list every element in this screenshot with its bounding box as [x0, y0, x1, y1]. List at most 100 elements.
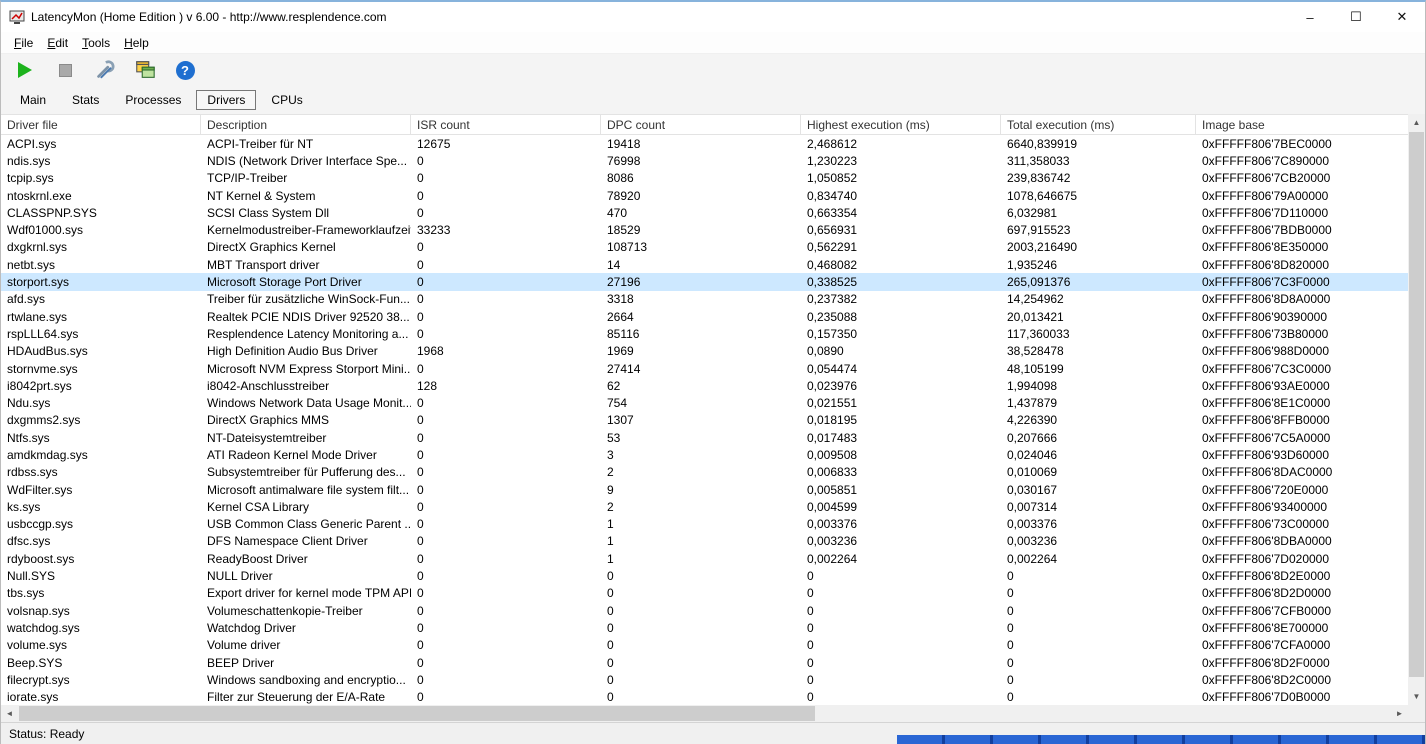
table-cell: 0	[417, 413, 424, 428]
table-row[interactable]: CLASSPNP.SYS SCSI Class System Dll 0 470 0,6…	[1, 204, 1408, 221]
tab-main[interactable]: Main	[9, 90, 57, 110]
column-header[interactable]: Description	[201, 115, 411, 134]
table-row[interactable]: rdyboost.sys ReadyBoost Driver 0 1 0,002264 0…	[1, 550, 1408, 567]
table-cell: 0xFFFFF806'7C3F0000	[1202, 275, 1330, 290]
tab-cpus[interactable]: CPUs	[260, 90, 313, 110]
table-cell: 6640,839919	[1007, 136, 1078, 151]
table-cell: 0	[807, 672, 814, 687]
table-row[interactable]: Ndu.sys Windows Network Data Usage Monit.…	[1, 394, 1408, 411]
table-cell: 0	[417, 672, 424, 687]
table-row[interactable]: HDAudBus.sys High Definition Audio Bus Dr…	[1, 343, 1408, 360]
table-row[interactable]: Null.SYS NULL Driver 0 0 0 0 0xFFFFF806'8D2E00…	[1, 567, 1408, 584]
table-cell: 0,338525	[807, 275, 858, 290]
table-row[interactable]: ACPI.sys ACPI-Treiber für NT 12675 19418 2,4…	[1, 135, 1408, 152]
vertical-scrollbar-thumb[interactable]	[1409, 132, 1424, 677]
column-header[interactable]: Total execution (ms)	[1001, 115, 1196, 134]
menu-item-file[interactable]: File	[7, 34, 40, 52]
table-cell: 38,528478	[1007, 344, 1064, 359]
stop-button[interactable]	[53, 58, 77, 82]
table-cell: 1,230223	[807, 153, 858, 168]
table-row[interactable]: rspLLL64.sys Resplendence Latency Monitor…	[1, 325, 1408, 342]
tab-drivers[interactable]: Drivers	[196, 90, 257, 110]
table-cell: iorate.sys	[7, 690, 59, 705]
table-cell: 0xFFFFF806'93AE0000	[1202, 378, 1330, 393]
table-row[interactable]: usbccgp.sys USB Common Class Generic Pare…	[1, 516, 1408, 533]
table-row[interactable]: filecrypt.sys Windows sandboxing and encr…	[1, 671, 1408, 688]
column-header[interactable]: Image base	[1196, 115, 1408, 134]
table-cell: 33233	[417, 223, 451, 238]
table-cell: 78920	[607, 188, 641, 203]
table-cell: 6,032981	[1007, 205, 1058, 220]
table-row[interactable]: dxgkrnl.sys DirectX Graphics Kernel 0 10871…	[1, 239, 1408, 256]
table-cell: 0	[417, 430, 424, 445]
table-cell: 0,017483	[807, 430, 858, 445]
table-cell: 0	[1007, 690, 1014, 705]
table-cell: 265,091376	[1007, 275, 1071, 290]
table-row[interactable]: Ntfs.sys NT-Dateisystemtreiber 0 53 0,017483…	[1, 429, 1408, 446]
table-row[interactable]: rdbss.sys Subsystemtreiber für Pufferung …	[1, 464, 1408, 481]
table-cell: 0	[417, 188, 424, 203]
table-cell: Microsoft Storage Port Driver	[207, 275, 362, 290]
table-row[interactable]: rtwlane.sys Realtek PCIE NDIS Driver 9252…	[1, 308, 1408, 325]
tools-button[interactable]	[93, 58, 117, 82]
table-cell: Windows Network Data Usage Monit...	[207, 396, 411, 411]
column-header[interactable]: Driver file	[1, 115, 201, 134]
vertical-scrollbar[interactable]: ▲ ▼	[1408, 114, 1425, 705]
scroll-right-icon[interactable]: ►	[1391, 705, 1408, 722]
tab-stats[interactable]: Stats	[61, 90, 110, 110]
maximize-button[interactable]: ☐	[1333, 2, 1379, 32]
table-row[interactable]: Beep.SYS BEEP Driver 0 0 0 0 0xFFFFF806'8D2F00…	[1, 654, 1408, 671]
table-row[interactable]: watchdog.sys Watchdog Driver 0 0 0 0 0xFFFFF80…	[1, 619, 1408, 636]
scroll-left-icon[interactable]: ◄	[1, 705, 18, 722]
table-row[interactable]: Wdf01000.sys Kernelmodustreiber-Framework…	[1, 221, 1408, 238]
table-row[interactable]: ndis.sys NDIS (Network Driver Interface S…	[1, 152, 1408, 169]
table-row[interactable]: WdFilter.sys Microsoft antimalware file s…	[1, 481, 1408, 498]
start-button[interactable]	[13, 58, 37, 82]
table-cell: 0	[417, 655, 424, 670]
table-cell: 0,024046	[1007, 447, 1058, 462]
table-row[interactable]: stornvme.sys Microsoft NVM Express Storpo…	[1, 360, 1408, 377]
table-row[interactable]: ntoskrnl.exe NT Kernel & System 0 78920 0,83…	[1, 187, 1408, 204]
menu-item-edit[interactable]: Edit	[40, 34, 75, 52]
table-cell: 0,235088	[807, 309, 858, 324]
table-cell: tbs.sys	[7, 586, 45, 601]
table-row[interactable]: afd.sys Treiber für zusätzliche WinSock-F…	[1, 291, 1408, 308]
views-button[interactable]	[133, 58, 157, 82]
table-row[interactable]: tcpip.sys TCP/IP-Treiber 0 8086 1,050852 239,…	[1, 170, 1408, 187]
horizontal-scrollbar[interactable]: ◄ ►	[1, 705, 1408, 722]
table-cell: 0,005851	[807, 482, 858, 497]
table-cell: 0xFFFFF806'8DAC0000	[1202, 465, 1333, 480]
minimize-button[interactable]: –	[1287, 2, 1333, 32]
table-row[interactable]: i8042prt.sys i8042-Anschlusstreiber 128 62 0…	[1, 377, 1408, 394]
tab-processes[interactable]: Processes	[114, 90, 192, 110]
table-row[interactable]: dxgmms2.sys DirectX Graphics MMS 0 1307 0,01…	[1, 412, 1408, 429]
table-row[interactable]: amdkmdag.sys ATI Radeon Kernel Mode Drive…	[1, 446, 1408, 463]
help-button[interactable]: ?	[173, 58, 197, 82]
table-row[interactable]: volume.sys Volume driver 0 0 0 0 0xFFFFF806'7C…	[1, 637, 1408, 654]
table-cell: 0,0890	[807, 344, 844, 359]
scroll-up-icon[interactable]: ▲	[1408, 114, 1425, 131]
scroll-down-icon[interactable]: ▼	[1408, 688, 1425, 705]
table-row[interactable]: tbs.sys Export driver for kernel mode TPM…	[1, 585, 1408, 602]
column-header[interactable]: Highest execution (ms)	[801, 115, 1001, 134]
table-row[interactable]: netbt.sys MBT Transport driver 0 14 0,468082…	[1, 256, 1408, 273]
table-cell: 0	[417, 534, 424, 549]
table-cell: Ntfs.sys	[7, 430, 50, 445]
table-row[interactable]: iorate.sys Filter zur Steuerung der E/A-R…	[1, 689, 1408, 706]
column-header[interactable]: ISR count	[411, 115, 601, 134]
table-cell: 0	[417, 586, 424, 601]
table-cell: Realtek PCIE NDIS Driver 92520 38...	[207, 309, 410, 324]
table-row[interactable]: storport.sys Microsoft Storage Port Drive…	[1, 273, 1408, 291]
table-cell: 20,013421	[1007, 309, 1064, 324]
horizontal-scrollbar-thumb[interactable]	[19, 706, 815, 721]
table-row[interactable]: volsnap.sys Volumeschattenkopie-Treiber 0 0…	[1, 602, 1408, 619]
table-row[interactable]: ks.sys Kernel CSA Library 0 2 0,004599 0,0073…	[1, 498, 1408, 515]
table-row[interactable]: dfsc.sys DFS Namespace Client Driver 0 1 0,0…	[1, 533, 1408, 550]
table-cell: 470	[607, 205, 628, 220]
column-header[interactable]: DPC count	[601, 115, 801, 134]
table-cell: 0,004599	[807, 499, 858, 514]
table-cell: 0	[607, 690, 614, 705]
menu-item-tools[interactable]: Tools	[75, 34, 117, 52]
close-button[interactable]: ✕	[1379, 2, 1425, 32]
menu-item-help[interactable]: Help	[117, 34, 156, 52]
